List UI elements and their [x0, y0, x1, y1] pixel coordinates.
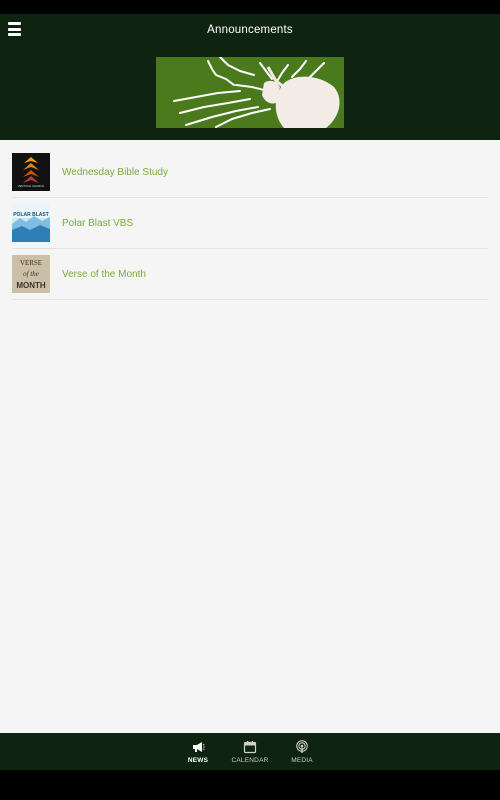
announcement-title[interactable]: Wednesday Bible Study — [62, 167, 168, 178]
nav-media[interactable]: MEDIA — [282, 739, 322, 764]
verse-of-the-month-graphic: VERSE of the MONTH — [12, 255, 50, 293]
list-item[interactable]: VERTICAL CHURCH Wednesday Bible Study — [12, 147, 488, 198]
svg-text:VERTICAL CHURCH: VERTICAL CHURCH — [18, 184, 44, 188]
bottom-nav: NEWS CALENDAR MEDIA — [0, 733, 500, 770]
banner — [0, 46, 500, 140]
announcement-list: VERTICAL CHURCH Wednesday Bible Study PO… — [0, 140, 500, 733]
nav-calendar[interactable]: CALENDAR — [230, 740, 270, 764]
svg-text:of the: of the — [23, 270, 39, 278]
menu-line — [8, 33, 21, 36]
svg-text:POLAR BLAST: POLAR BLAST — [13, 212, 49, 218]
podcast-icon — [296, 739, 308, 753]
megaphone-icon — [193, 741, 205, 752]
status-bar — [0, 0, 500, 14]
nav-label: NEWS — [187, 756, 209, 764]
calendar-icon — [243, 740, 257, 753]
menu-line — [8, 27, 21, 31]
system-nav-bar — [0, 770, 500, 800]
nav-news[interactable]: NEWS — [178, 740, 218, 764]
nav-label: CALENDAR — [231, 756, 269, 764]
polar-blast-graphic: POLAR BLAST — [12, 204, 50, 242]
list-item[interactable]: VERSE of the MONTH Verse of the Month — [12, 249, 488, 300]
chevron-church-logo: VERTICAL CHURCH — [12, 153, 50, 191]
announcement-title[interactable]: Polar Blast VBS — [62, 218, 133, 229]
list-item[interactable]: POLAR BLAST Polar Blast VBS — [12, 198, 488, 249]
locust-logo — [156, 57, 344, 128]
menu-line — [8, 22, 21, 25]
page-title: Announcements — [207, 24, 293, 36]
svg-text:VERSE: VERSE — [20, 259, 42, 267]
app-header: Announcements — [0, 14, 500, 46]
announcement-title[interactable]: Verse of the Month — [62, 269, 146, 280]
svg-text:MONTH: MONTH — [16, 281, 46, 290]
nav-label: MEDIA — [291, 756, 313, 764]
hamburger-menu-icon[interactable] — [8, 22, 22, 36]
